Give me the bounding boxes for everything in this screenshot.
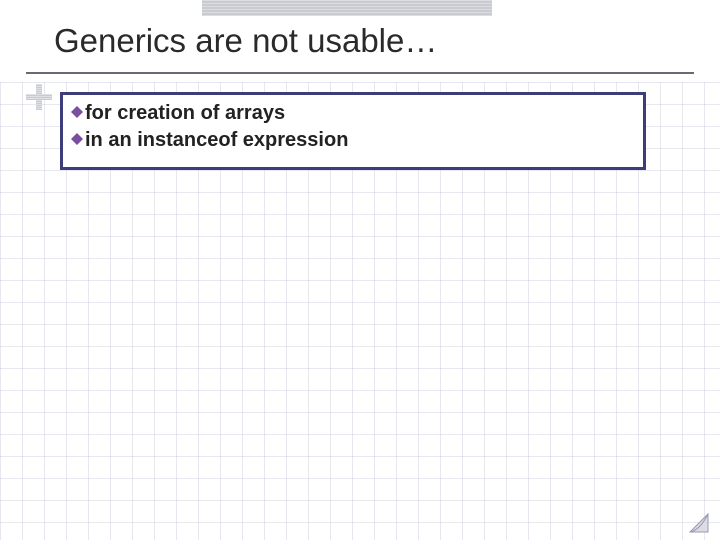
slide-title: Generics are not usable… <box>54 22 437 60</box>
list-item: in an instanceof expression <box>69 128 637 153</box>
bullet-text: for creation of arrays <box>85 101 285 126</box>
slide: Generics are not usable… for creation of… <box>0 0 720 540</box>
plus-accent-icon <box>26 84 52 110</box>
top-decor-bar <box>202 0 492 16</box>
diamond-bullet-icon <box>69 101 85 123</box>
page-curl-icon <box>688 512 710 534</box>
content-box: for creation of arrays in an instanceof … <box>60 92 646 170</box>
title-underline <box>26 72 694 74</box>
diamond-bullet-icon <box>69 128 85 150</box>
list-item: for creation of arrays <box>69 101 637 126</box>
bullet-text: in an instanceof expression <box>85 128 348 153</box>
